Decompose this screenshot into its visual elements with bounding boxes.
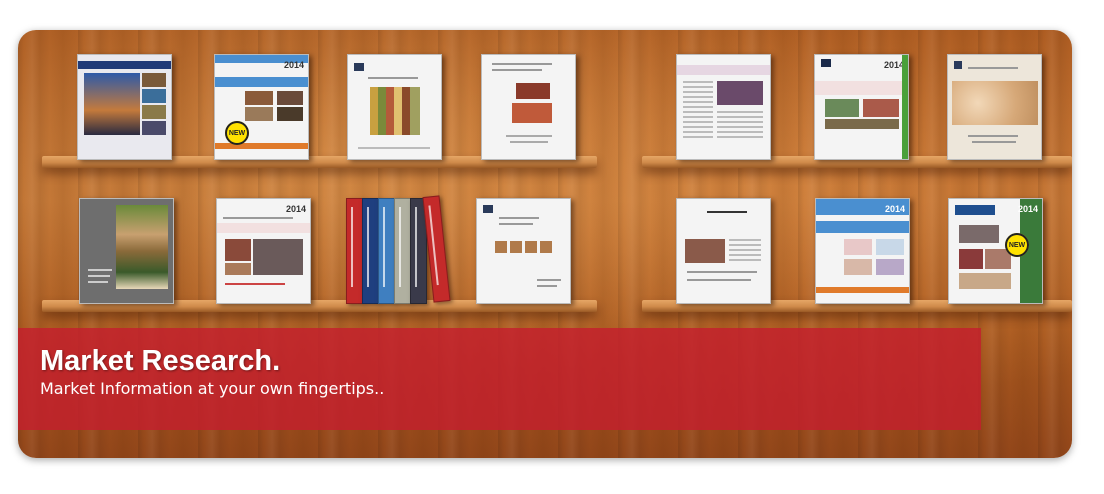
new-badge: NEW [1005,233,1029,257]
report-book-10[interactable] [476,198,571,304]
report-book-3[interactable] [347,54,442,160]
book-spine-2[interactable] [362,198,379,304]
banner-title: Market Research. [40,345,281,377]
report-year: 2014 [884,204,905,214]
market-brief-book-2[interactable] [676,198,771,304]
report-year: 2014 [883,60,904,70]
market-research-banner[interactable]: Market Research. Market Information at y… [18,328,981,430]
report-book-9[interactable]: 2014 [216,198,311,304]
report-year: 2014 [285,204,306,214]
report-book-13[interactable]: 2014 NEW [948,198,1043,304]
report-book-8[interactable] [79,198,174,304]
report-book-1[interactable] [77,54,172,160]
book-spine-1[interactable] [346,198,363,304]
new-badge: NEW [225,121,249,145]
book-spine-4[interactable] [394,198,411,304]
report-book-6[interactable]: 2014 [814,54,909,160]
bookshelf-panel: 2014 NEW 2014 2014 2014 2014 NEW Market … [18,30,1072,458]
report-book-4[interactable] [481,54,576,160]
banner-subtitle: Market Information at your own fingertip… [40,379,385,398]
report-book-2[interactable]: 2014 NEW [214,54,309,160]
report-year: 2014 [1017,204,1038,214]
market-brief-book[interactable] [676,54,771,160]
report-year: 2014 [283,60,304,70]
report-book-7[interactable] [947,54,1042,160]
report-book-12[interactable]: 2014 [815,198,910,304]
book-spine-3[interactable] [378,198,395,304]
